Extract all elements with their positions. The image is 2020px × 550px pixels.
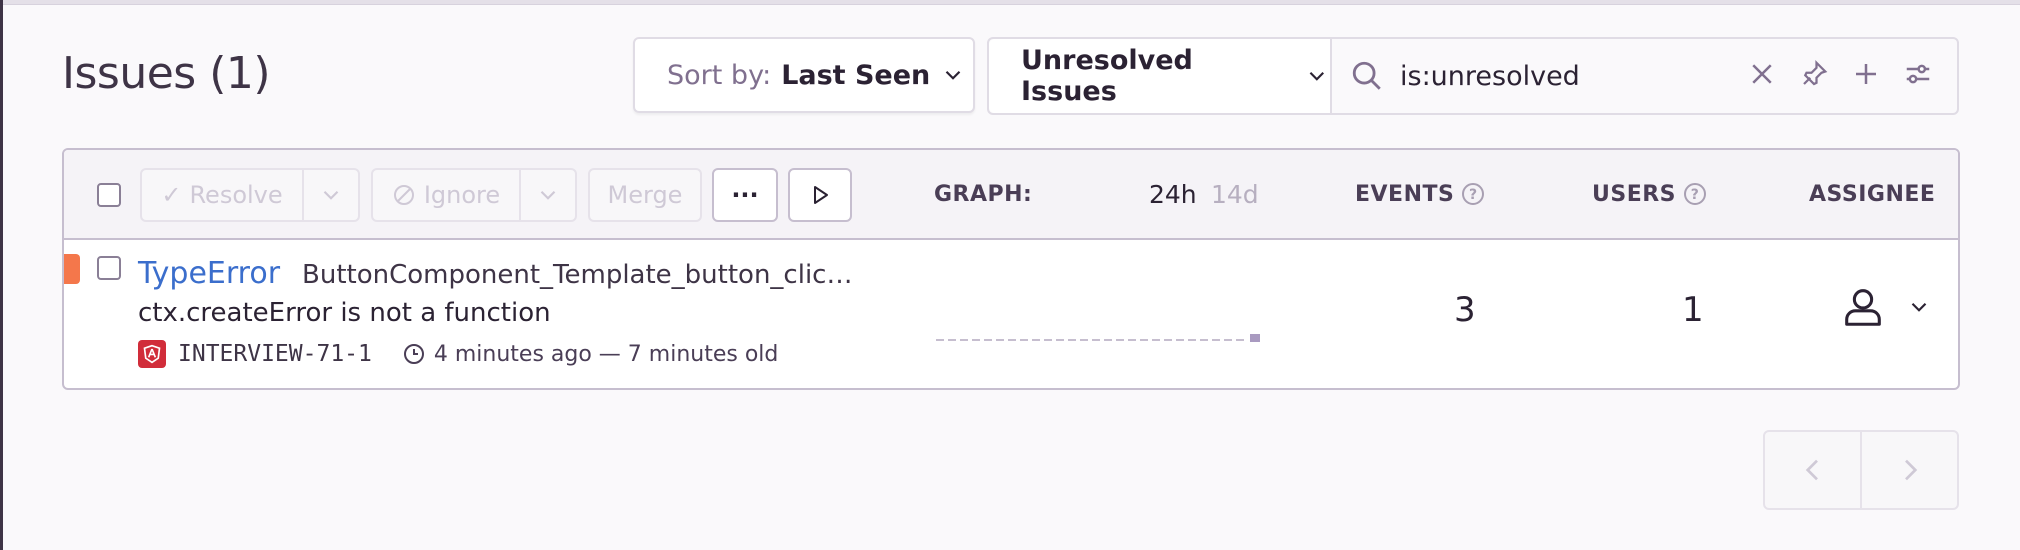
left-border [0,0,3,550]
merge-button[interactable]: Merge [588,168,702,222]
help-icon[interactable]: ? [1462,183,1485,205]
check-icon: ✓ [161,181,182,209]
resolve-button[interactable]: ✓ Resolve [140,168,304,222]
chevron-left-icon [1805,459,1818,481]
search-group: Unresolved Issues [987,37,1959,115]
clock-icon [403,344,424,364]
event-sparkline [936,334,1260,342]
issue-message: ctx.createError is not a function [138,298,551,328]
play-icon [814,186,828,204]
search-input[interactable] [1398,59,1732,93]
events-count: 3 [1454,290,1476,330]
chevron-right-icon [1904,459,1917,481]
ignore-dropdown-button[interactable] [519,168,577,222]
next-page-button[interactable] [1860,432,1957,508]
clear-icon[interactable] [1747,59,1777,89]
saved-search-label: Unresolved Issues [1021,45,1193,107]
select-all-checkbox[interactable] [97,183,121,207]
ellipsis-icon: ··· [731,181,759,209]
realtime-play-button[interactable] [788,168,852,222]
issue-title-link[interactable]: TypeError [138,256,280,291]
pin-icon[interactable] [1799,59,1829,89]
ignore-icon [393,185,414,205]
assignee-selector[interactable] [1840,284,1932,330]
sort-label: Sort by: [667,59,772,91]
events-column-header: EVENTS? [1355,182,1485,207]
project-shortid[interactable]: INTERVIEW-71-1 [178,341,372,367]
resolve-label: Resolve [189,181,283,209]
more-actions-button[interactable]: ··· [712,168,778,222]
ignore-button[interactable]: Ignore [371,168,521,222]
saved-search-dropdown[interactable]: Unresolved Issues [989,39,1332,113]
ignore-label: Ignore [423,181,501,209]
issue-culprit: ButtonComponent_Template_button_clic… [302,260,853,290]
level-indicator [64,254,80,284]
assignee-column-header: ASSIGNEE [1809,182,1936,207]
users-column-header: USERS? [1592,182,1707,207]
sort-value: Last Seen [781,59,931,91]
issue-checkbox[interactable] [97,256,121,280]
add-icon[interactable] [1851,59,1881,89]
angular-project-icon [138,340,166,368]
merge-label: Merge [607,181,683,209]
period-24h-toggle[interactable]: 24h [1149,180,1197,209]
users-count: 1 [1682,290,1704,330]
search-icon [1352,61,1381,90]
help-icon[interactable]: ? [1684,183,1707,205]
chevron-down-icon [1310,72,1325,81]
period-14d-toggle[interactable]: 14d [1211,180,1259,209]
chevron-down-icon [946,70,961,80]
pagination [1763,430,1959,510]
issue-time: 4 minutes ago — 7 minutes old [433,341,779,367]
issue-meta: INTERVIEW-71-1 4 minutes ago — 7 minutes… [138,340,778,368]
chevron-down-icon [1911,302,1927,312]
page-title: Issues (1) [62,48,271,99]
issues-header: ✓ Resolve Ignore Merge ··· GRAPH: 24h 14… [64,150,1958,240]
chevron-down-icon [540,190,556,200]
chevron-down-icon [323,190,339,200]
previous-page-button[interactable] [1765,432,1860,508]
users-label: USERS [1592,182,1677,207]
sort-dropdown[interactable]: Sort by: Last Seen [633,37,975,113]
resolve-dropdown-button[interactable] [302,168,360,222]
user-icon [1845,289,1881,326]
graph-label: GRAPH: [934,182,1033,207]
issues-panel: ✓ Resolve Ignore Merge ··· GRAPH: 24h 14… [62,148,1960,390]
settings-sliders-icon[interactable] [1903,59,1933,89]
issue-row[interactable]: TypeError ButtonComponent_Template_butto… [64,240,1958,388]
top-border [0,0,2020,5]
search-box [1332,39,1957,113]
events-label: EVENTS [1355,182,1455,207]
